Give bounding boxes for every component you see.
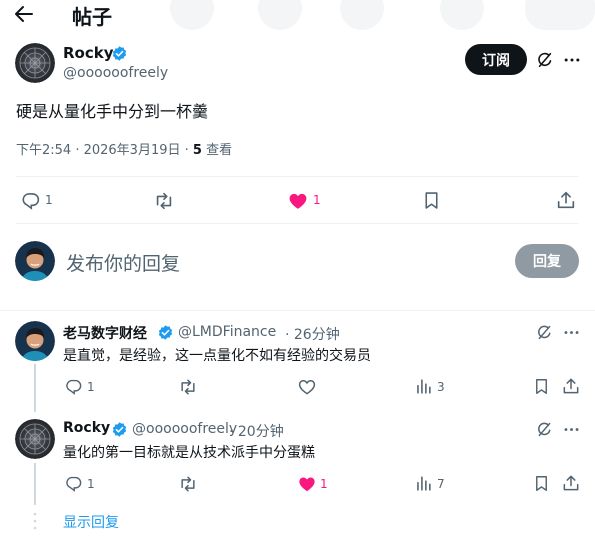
reply-avatar[interactable] xyxy=(15,419,55,459)
divider xyxy=(16,176,579,177)
thread-line xyxy=(34,364,36,412)
reply-composer-input[interactable]: 发布你的回复 xyxy=(66,249,180,276)
bookmark-icon[interactable] xyxy=(532,377,551,396)
heart-icon[interactable] xyxy=(287,190,309,212)
share-icon[interactable] xyxy=(561,473,581,493)
reply-time[interactable]: · 20分钟 xyxy=(229,421,284,441)
divider xyxy=(16,223,579,224)
reply-author-name[interactable]: 老马数字财经 xyxy=(63,323,147,343)
views-label: 查看 xyxy=(201,143,233,158)
repost-icon[interactable] xyxy=(153,190,175,212)
reply-icon[interactable] xyxy=(64,377,83,396)
author-name[interactable]: Rocky xyxy=(63,44,114,62)
faded-header-control xyxy=(170,0,214,30)
reply-count: 1 xyxy=(87,477,95,491)
author-handle[interactable]: @oooooofreely xyxy=(63,65,168,81)
reply-avatar[interactable] xyxy=(15,321,55,361)
reply-count: 1 xyxy=(45,193,53,207)
share-icon[interactable] xyxy=(561,376,581,396)
page-title: 帖子 xyxy=(72,5,112,29)
post-meta: 下午2:54 · 2026年3月19日 · 5 查看 xyxy=(16,139,232,158)
thread-line xyxy=(34,463,36,505)
verified-badge-icon xyxy=(111,45,128,62)
divider xyxy=(0,310,595,311)
repost-icon[interactable] xyxy=(178,377,198,397)
post-text: 硬是从量化手中分到一杯羹 xyxy=(16,102,209,121)
reply-icon[interactable] xyxy=(64,474,83,493)
faded-header-control xyxy=(525,0,595,30)
faded-header-control xyxy=(440,0,484,30)
verified-badge-icon xyxy=(111,421,128,438)
views-count: 7 xyxy=(437,477,445,491)
like-count: 1 xyxy=(313,193,321,207)
more-replies-dots xyxy=(33,512,37,532)
bookmark-icon[interactable] xyxy=(532,474,551,493)
reply-button[interactable]: 回复 xyxy=(515,244,579,278)
like-count: 1 xyxy=(320,477,328,491)
reply-text: 是直觉，是经验，这一点量化不如有经验的交易员 xyxy=(63,348,371,364)
heart-icon[interactable] xyxy=(297,377,317,397)
more-options-icon[interactable] xyxy=(562,420,581,439)
grok-icon[interactable] xyxy=(535,420,554,439)
heart-icon[interactable] xyxy=(297,474,317,494)
verified-badge-icon xyxy=(157,324,174,341)
faded-header-control xyxy=(258,0,302,30)
repost-icon[interactable] xyxy=(178,474,198,494)
author-avatar[interactable] xyxy=(15,43,55,83)
views-count: 5 xyxy=(192,143,202,158)
post-time[interactable]: 下午2:54 · 2026年3月19日 · xyxy=(16,143,193,158)
reply-author-name[interactable]: Rocky xyxy=(63,420,110,436)
views-icon[interactable] xyxy=(414,474,433,493)
grok-icon[interactable] xyxy=(535,323,554,342)
subscribe-button[interactable]: 订阅 xyxy=(465,44,527,75)
reply-author-handle[interactable]: @LMDFinance xyxy=(178,324,276,340)
reply-time[interactable]: · 26分钟 xyxy=(285,324,340,344)
more-options-icon[interactable] xyxy=(562,50,582,70)
bookmark-icon[interactable] xyxy=(421,190,442,211)
reply-count: 1 xyxy=(87,380,95,394)
share-icon[interactable] xyxy=(555,189,577,211)
views-count: 3 xyxy=(437,380,445,394)
reply-icon[interactable] xyxy=(20,190,41,211)
reply-author-handle[interactable]: @oooooofreely xyxy=(132,421,237,437)
show-replies-link[interactable]: 显示回复 xyxy=(63,512,119,532)
reply-text: 量化的第一目标就是从技术派手中分蛋糕 xyxy=(63,445,315,461)
grok-icon[interactable] xyxy=(535,50,555,70)
views-icon[interactable] xyxy=(414,377,433,396)
more-options-icon[interactable] xyxy=(562,323,581,342)
back-arrow-icon[interactable] xyxy=(12,2,36,26)
my-avatar xyxy=(15,241,55,281)
faded-header-control xyxy=(340,0,384,30)
